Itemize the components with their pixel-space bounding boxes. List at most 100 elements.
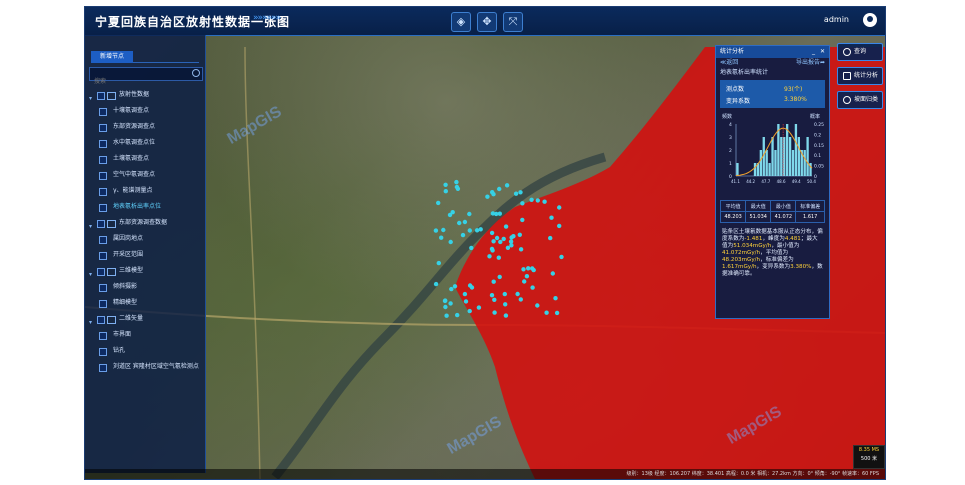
folder-icon — [107, 92, 116, 100]
checkbox[interactable] — [99, 364, 107, 372]
classify-icon — [843, 96, 851, 104]
tree-item[interactable]: 水中氡调查点位 — [85, 135, 205, 151]
survey-point — [443, 182, 448, 187]
histogram-bar — [768, 163, 771, 176]
survey-point — [467, 211, 472, 217]
export-report-link[interactable]: 导出报告➦ — [796, 58, 825, 68]
survey-point — [496, 255, 501, 260]
survey-point — [530, 266, 535, 271]
tree-item[interactable]: 刘道区 宾隆村区域空气氡检测点 — [85, 359, 205, 375]
tree-item-label: 开采区范围 — [113, 251, 144, 258]
tree-item[interactable]: 开采区范围 — [85, 247, 205, 263]
checkbox[interactable] — [99, 188, 107, 196]
checkbox[interactable] — [97, 316, 105, 324]
summary-label: 变异系数 — [726, 98, 751, 105]
tree-group[interactable]: ▾ 放射性数据 — [85, 87, 205, 103]
search-icon[interactable] — [192, 69, 200, 77]
search-box[interactable] — [89, 67, 203, 88]
folder-icon — [107, 268, 116, 276]
tree-item[interactable]: 精细模型 — [85, 295, 205, 311]
fullscreen-icon[interactable]: ⤧ — [503, 12, 523, 32]
stats-title: 统计分析 — [720, 48, 745, 55]
description-text: ，变异系数为 — [756, 264, 791, 270]
survey-point — [557, 205, 562, 210]
minimize-icon[interactable]: _ — [812, 46, 815, 58]
stats-analysis-button[interactable]: 统计分析 — [837, 67, 883, 85]
survey-point — [517, 232, 522, 237]
survey-point — [520, 217, 525, 223]
checkbox[interactable] — [97, 268, 105, 276]
tree-item-label: 倾斜摄影 — [113, 283, 138, 290]
tab-new-node[interactable]: 新增节点 — [91, 51, 133, 63]
checkbox[interactable] — [97, 220, 105, 228]
survey-point — [450, 210, 455, 215]
tree-item[interactable]: 土壤氡调查点 — [85, 151, 205, 167]
checkbox[interactable] — [99, 284, 107, 292]
survey-point — [494, 235, 500, 241]
checkbox[interactable] — [99, 204, 107, 212]
survey-point — [460, 232, 466, 238]
button-label: 查询 — [854, 48, 867, 55]
description-text: 41.072mGy/h — [722, 250, 761, 256]
checkbox[interactable] — [99, 140, 107, 148]
checkbox[interactable] — [99, 108, 107, 116]
layer-tree: ▾ 放射性数据 十壤氡调查点 东部资源调查点水中氡调查点位土壤氡调查点 空气中氡调查点 γ… — [85, 87, 205, 375]
pan-icon[interactable]: ✥ — [477, 12, 497, 32]
survey-point — [503, 302, 508, 307]
tree-item[interactable]: 东部资源调查点 — [85, 119, 205, 135]
checkbox[interactable] — [99, 124, 107, 132]
tree-item[interactable]: γ、能谱测量点 — [85, 183, 205, 199]
tree-item[interactable]: 市界面 — [85, 327, 205, 343]
tree-item[interactable]: 地表氡析出率点位 — [85, 199, 205, 215]
histogram-bar — [791, 150, 795, 176]
survey-point — [449, 286, 454, 292]
description-text: 48.203mGy/h — [722, 257, 761, 263]
tree-item[interactable]: 倾斜摄影 — [85, 279, 205, 295]
stats-nav: ≪返回 导出报告➦ — [716, 58, 829, 68]
tree-item[interactable]: 空气中氡调查点 — [85, 167, 205, 183]
stats-caption: 地表氡析出率统计 — [720, 69, 769, 76]
checkbox[interactable] — [99, 332, 107, 340]
table-header: 平均值 — [719, 200, 747, 212]
tree-item[interactable]: 属因岗地点 — [85, 231, 205, 247]
survey-point — [455, 312, 460, 318]
classify-button[interactable]: 坡面归类 — [837, 91, 883, 109]
checkbox[interactable] — [99, 300, 107, 308]
survey-point — [553, 296, 558, 301]
survey-point — [497, 274, 502, 280]
checkbox[interactable] — [99, 172, 107, 180]
summary-box: 测点数 93(个) 变异系数 3.380% — [720, 80, 825, 108]
tree-group[interactable]: ▾ 三维模型 — [85, 263, 205, 279]
checkbox[interactable] — [99, 348, 107, 356]
username[interactable]: admin — [824, 15, 849, 24]
tree-group[interactable]: ▾ 二维矢量 — [85, 311, 205, 327]
checkbox[interactable] — [99, 156, 107, 164]
stats-icon — [843, 72, 851, 80]
survey-point — [490, 190, 495, 195]
tree-item[interactable]: 十壤氡调查点 — [85, 103, 205, 119]
tree-group[interactable]: ▾ 东部资源调查数据 — [85, 215, 205, 231]
survey-point — [515, 291, 520, 297]
survey-point — [433, 228, 439, 233]
description-text: ，峰度为 — [762, 236, 785, 242]
checkbox[interactable] — [99, 236, 107, 244]
survey-point — [474, 228, 480, 233]
close-icon[interactable]: ✕ — [820, 46, 825, 58]
tree-item-label: 水中氡调查点位 — [113, 139, 156, 146]
tree-item[interactable]: 钻孔 — [85, 343, 205, 359]
button-label: 坡面归类 — [854, 96, 879, 103]
layers-icon[interactable]: ◈ — [451, 12, 471, 32]
summary-value: 3.380% — [784, 96, 807, 103]
description-text: 51.034mGy/h — [733, 243, 772, 249]
summary-row: 变异系数 3.380% — [726, 96, 807, 105]
description-text: ，平均值为 — [760, 250, 789, 256]
tree-item-label: 刘道区 宾隆村区域空气氡检测点 — [113, 363, 199, 370]
user-icon[interactable] — [863, 13, 877, 27]
query-button[interactable]: 查询 — [837, 43, 883, 61]
survey-point — [462, 219, 468, 225]
checkbox[interactable] — [97, 92, 105, 100]
back-link[interactable]: ≪返回 — [720, 59, 738, 66]
description-text: -1.481 — [744, 236, 763, 242]
checkbox[interactable] — [99, 252, 107, 260]
survey-point — [542, 199, 547, 204]
